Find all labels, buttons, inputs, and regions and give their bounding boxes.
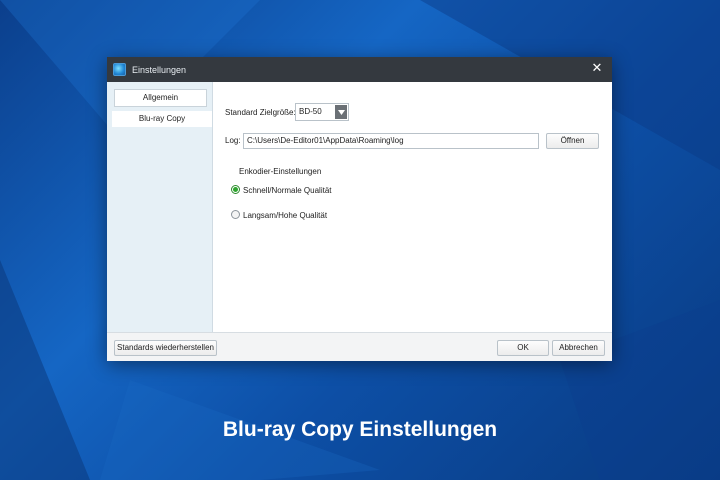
sidebar-item-bluray-copy[interactable]: Blu-ray Copy xyxy=(112,111,212,127)
dialog-footer: Standards wiederherstellen OK Abbrechen xyxy=(107,332,612,361)
cancel-button[interactable]: Abbrechen xyxy=(552,340,605,356)
radio-fast-normal[interactable] xyxy=(231,185,240,194)
settings-dialog: Einstellungen ✕ Allgemein Blu-ray Copy S… xyxy=(107,57,612,361)
radio-slow-high-label[interactable]: Langsam/Hohe Qualität xyxy=(243,211,327,220)
app-icon xyxy=(113,63,126,76)
ok-button[interactable]: OK xyxy=(497,340,549,356)
page-caption: Blu-ray Copy Einstellungen xyxy=(222,418,498,441)
close-icon: ✕ xyxy=(591,61,603,76)
target-size-label: Standard Zielgröße: xyxy=(225,108,296,117)
open-log-button[interactable]: Öffnen xyxy=(546,133,599,149)
log-label: Log: xyxy=(225,136,241,145)
window-title: Einstellungen xyxy=(132,64,187,75)
target-size-value: BD-50 xyxy=(299,107,322,116)
chevron-down-icon[interactable] xyxy=(335,105,347,119)
target-size-select[interactable]: BD-50 xyxy=(295,103,349,121)
radio-slow-high[interactable] xyxy=(231,210,240,219)
title-bar[interactable]: Einstellungen ✕ xyxy=(107,57,612,82)
close-button[interactable]: ✕ xyxy=(590,62,604,76)
sidebar-item-allgemein[interactable]: Allgemein xyxy=(114,89,207,107)
restore-defaults-button[interactable]: Standards wiederherstellen xyxy=(114,340,217,356)
log-path-input[interactable]: C:\Users\De-Editor01\AppData\Roaming\log xyxy=(243,133,539,149)
encoder-settings-heading: Enkodier-Einstellungen xyxy=(239,167,322,176)
radio-fast-normal-label[interactable]: Schnell/Normale Qualität xyxy=(243,186,331,195)
sidebar: Allgemein Blu-ray Copy xyxy=(107,82,213,332)
settings-panel: Standard Zielgröße: BD-50 Log: C:\Users\… xyxy=(213,82,612,332)
